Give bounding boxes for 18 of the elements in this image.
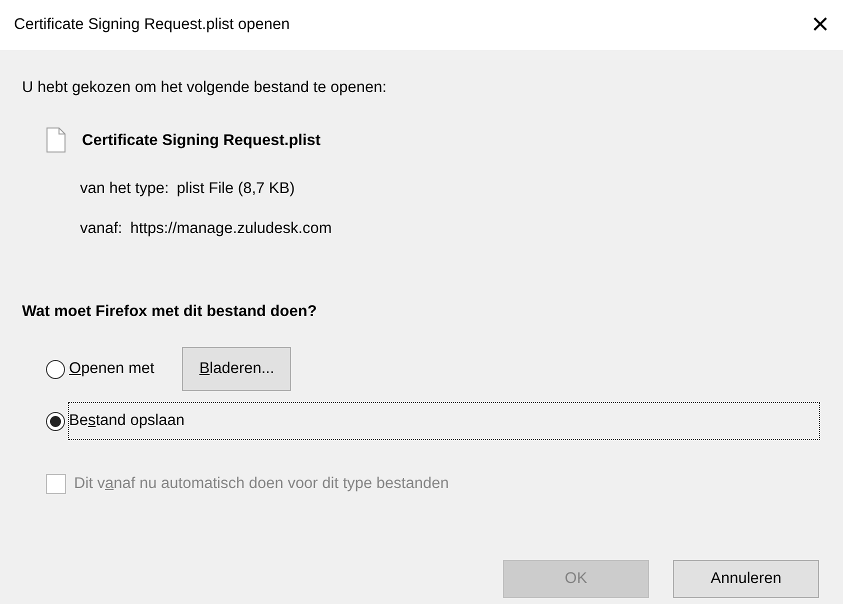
detail-label: van het type: — [80, 179, 169, 200]
dialog-button: OK — [503, 560, 649, 598]
close-button[interactable]: × — [805, 10, 835, 40]
question-heading: Wat moet Firefox met dit bestand doen? — [22, 302, 318, 322]
dialog-button[interactable]: Annuleren — [673, 560, 819, 598]
checkbox-label: Dit vanaf nu automatisch doen voor dit type bestanden — [74, 474, 449, 494]
radio-button[interactable] — [46, 412, 65, 430]
intro-text: U hebt gekozen om het volgende bestand te openen: — [22, 78, 388, 98]
file-name: Certificate Signing Request.plist — [82, 130, 321, 151]
radio-button[interactable] — [46, 360, 65, 378]
detail-value: plist File (8,7 KB) — [176, 179, 295, 200]
option-label[interactable]: Bestand opslaan — [69, 403, 819, 439]
detail-label: vanaf: — [80, 218, 122, 238]
window-title: Certificate Signing Request.plist openen — [14, 15, 290, 36]
option-label[interactable]: Openen met — [69, 357, 154, 381]
detail-value: https://manage.zuludesk.com — [130, 218, 332, 238]
file-icon — [46, 127, 66, 154]
browse-button[interactable]: Bladeren... — [182, 347, 292, 391]
